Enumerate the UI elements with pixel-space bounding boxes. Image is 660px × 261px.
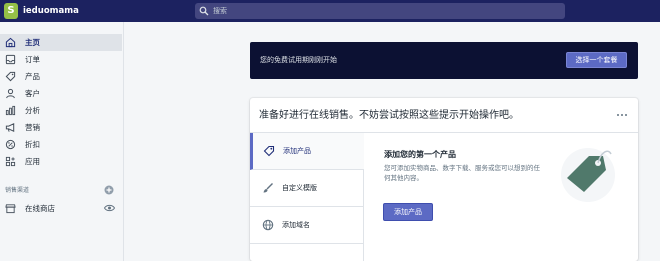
megaphone-icon [5, 123, 15, 132]
store-icon [5, 204, 16, 214]
trial-banner: 您的免费试用期刚刚开始 选择一个套餐 [250, 42, 638, 79]
add-channel-icon[interactable] [104, 185, 114, 195]
sales-channels-title: 销售渠道 [5, 187, 30, 194]
trial-banner-text: 您的免费试用期刚刚开始 [260, 56, 337, 64]
sidebar-item-label: 主页 [25, 38, 40, 47]
search-bar[interactable] [195, 3, 565, 19]
tab-label: 自定义模版 [282, 184, 317, 192]
sidebar-item-discounts[interactable]: 折扣 [0, 136, 122, 153]
home-icon [5, 37, 16, 48]
person-icon [6, 88, 15, 99]
sidebar-item-label: 在线商店 [25, 204, 55, 213]
store-name[interactable]: ieduomama [23, 5, 79, 17]
sidebar-item-orders[interactable]: 订单 [0, 51, 122, 68]
shopify-logo-icon[interactable]: S [4, 3, 18, 19]
brush-icon [263, 183, 273, 193]
search-input[interactable] [213, 4, 553, 18]
product-tag-illustration-icon [561, 148, 615, 202]
sidebar-item-label: 折扣 [25, 140, 40, 149]
add-product-button[interactable]: 添加产品 [383, 203, 433, 221]
setup-guide-card: 准备好进行在线销售。不妨尝试按照这些提示开始操作吧。 添加产品 自定义模版 添加… [250, 98, 638, 261]
more-options-icon[interactable] [616, 111, 628, 119]
content-title: 添加您的第一个产品 [384, 150, 456, 159]
eye-icon[interactable] [104, 203, 115, 213]
tab-customize-theme[interactable]: 自定义模版 [250, 170, 364, 207]
sidebar-item-label: 分析 [25, 106, 40, 115]
sidebar: 主页 订单 产品 客户 分析 营销 折扣 应用 销售渠道 在线商店 [0, 22, 124, 261]
tab-add-domain[interactable]: 添加域名 [250, 207, 364, 244]
top-bar: S ieduomama [0, 0, 660, 22]
sidebar-item-label: 应用 [25, 157, 40, 166]
globe-icon [262, 219, 274, 231]
tab-add-product[interactable]: 添加产品 [250, 133, 364, 170]
sidebar-item-apps[interactable]: 应用 [0, 153, 122, 170]
sidebar-item-marketing[interactable]: 营销 [0, 119, 122, 136]
setup-tabs: 添加产品 自定义模版 添加域名 [250, 133, 364, 261]
card-title: 准备好进行在线销售。不妨尝试按照这些提示开始操作吧。 [259, 110, 519, 121]
store-logo-letter: S [7, 5, 15, 16]
tag-icon [263, 145, 275, 157]
sidebar-item-label: 产品 [25, 72, 40, 81]
sidebar-item-home[interactable]: 主页 [0, 34, 122, 51]
content-description: 您可添加实物商品、数字下载、服务或您可以想到的任何其他内容。 [384, 164, 540, 182]
bar-chart-icon [5, 105, 16, 116]
apps-icon [5, 156, 16, 167]
sidebar-item-analytics[interactable]: 分析 [0, 102, 122, 119]
sidebar-item-label: 订单 [25, 55, 40, 64]
sidebar-item-customers[interactable]: 客户 [0, 85, 122, 102]
tab-label: 添加产品 [283, 147, 311, 155]
orders-icon [5, 54, 16, 65]
sidebar-item-label: 营销 [25, 123, 40, 132]
discount-icon [5, 139, 16, 150]
choose-plan-button[interactable]: 选择一个套餐 [566, 52, 627, 68]
tab-label: 添加域名 [282, 221, 310, 229]
sidebar-item-products[interactable]: 产品 [0, 68, 122, 85]
tag-icon [5, 71, 16, 82]
search-icon [199, 6, 209, 16]
sidebar-item-label: 客户 [25, 89, 40, 98]
